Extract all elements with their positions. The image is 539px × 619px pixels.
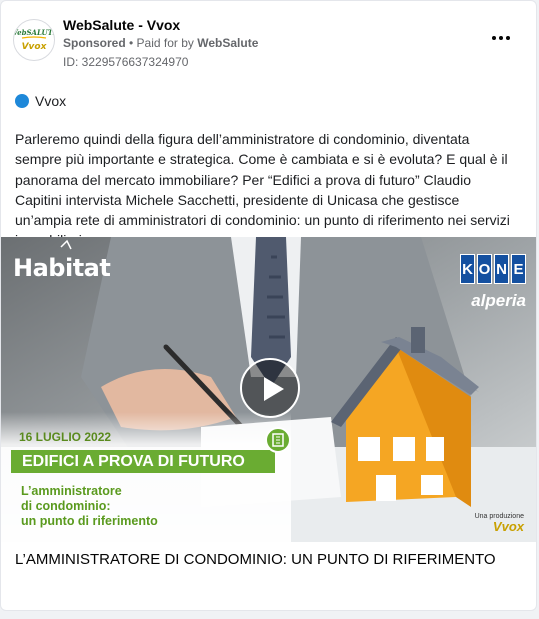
sponsored-row: Sponsored • Paid for by WebSalute xyxy=(63,36,258,50)
more-options-icon[interactable] xyxy=(492,31,514,45)
habitat-logo: Habitat xyxy=(13,254,111,282)
platform-row: Vvox xyxy=(15,93,66,109)
episode-subtitle: L’amministratore di condominio: un punto… xyxy=(21,484,158,529)
page-name[interactable]: WebSalute - Vvox xyxy=(63,17,180,33)
vvox-logo: Vvox xyxy=(492,519,524,534)
building-icon xyxy=(265,427,291,453)
episode-banner: EDIFICI A PROVA DI FUTURO xyxy=(11,450,275,473)
post-caption[interactable]: L’AMMINISTRATORE DI CONDOMINIO: UN PUNTO… xyxy=(15,549,520,570)
episode-info-panel: 16 LUGLIO 2022 EDIFICI A PROVA DI FUTURO… xyxy=(1,417,291,542)
websalute-logo: WebSALUTE Vvox xyxy=(14,21,54,59)
alperia-logo: alperia xyxy=(471,291,526,310)
kone-letter: E xyxy=(511,254,526,284)
kone-letter: O xyxy=(477,254,492,284)
platform-label: Vvox xyxy=(35,93,67,109)
kone-letter: K xyxy=(460,254,475,284)
post-body-text: Parleremo quindi della figura dell’ammin… xyxy=(15,131,510,248)
paid-for-name[interactable]: WebSalute xyxy=(197,36,258,50)
kone-letter: N xyxy=(494,254,509,284)
subtitle-line: un punto di riferimento xyxy=(21,514,158,528)
subtitle-line: di condominio: xyxy=(21,499,111,513)
paid-for-prefix: • Paid for by xyxy=(129,36,194,50)
sponsored-label: Sponsored xyxy=(63,36,126,50)
avatar-text-bottom: Vvox xyxy=(22,42,48,52)
episode-date: 16 LUGLIO 2022 xyxy=(19,430,112,444)
video-thumbnail[interactable]: Habitat K O N E alperia 16 LUGLIO 2022 E… xyxy=(1,237,536,542)
ad-card: WebSALUTE Vvox WebSalute - Vvox Sponsore… xyxy=(0,0,537,611)
kone-logo: K O N E xyxy=(460,254,526,284)
post-header: WebSALUTE Vvox WebSalute - Vvox Sponsore… xyxy=(13,11,524,71)
platform-dot-icon xyxy=(15,94,29,108)
play-icon[interactable] xyxy=(240,358,300,418)
avatar[interactable]: WebSALUTE Vvox xyxy=(13,19,55,61)
ad-id: ID: 3229576637324970 xyxy=(63,55,189,69)
avatar-text-top: WebSALUTE xyxy=(14,28,54,37)
subtitle-line: L’amministratore xyxy=(21,484,122,498)
